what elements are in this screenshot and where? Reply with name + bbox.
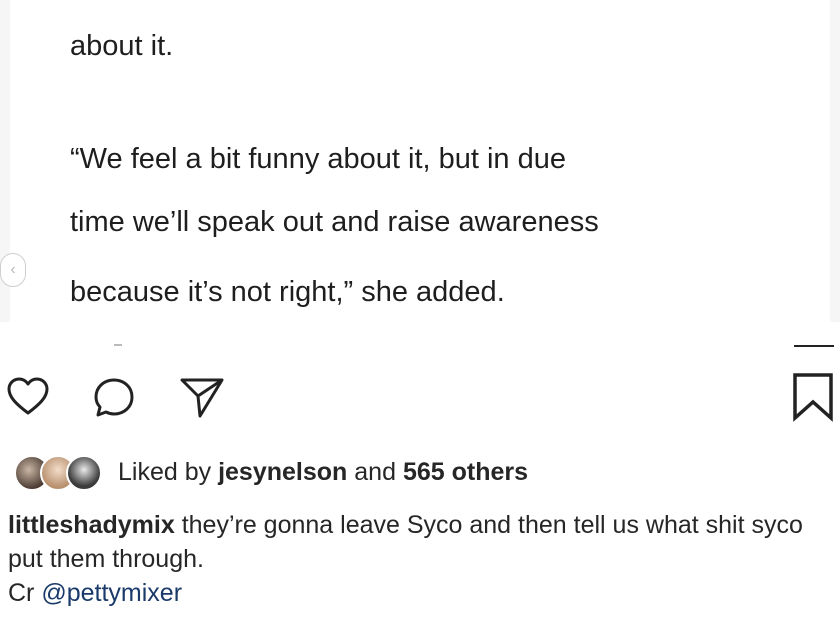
carousel-indicator bbox=[114, 344, 122, 346]
comment-button[interactable] bbox=[92, 376, 136, 425]
avatar bbox=[66, 455, 102, 491]
article-line-4: because it’s not right,” she added. bbox=[70, 276, 505, 308]
likes-count[interactable]: 565 others bbox=[403, 458, 528, 486]
share-button[interactable] bbox=[178, 376, 226, 425]
save-button[interactable] bbox=[792, 372, 834, 427]
post-caption: littleshadymix they’re gonna leave Syco … bbox=[8, 508, 818, 610]
caption-username[interactable]: littleshadymix bbox=[8, 511, 175, 539]
credit-mention-link[interactable]: @pettymixer bbox=[41, 579, 182, 607]
heart-icon bbox=[7, 377, 49, 415]
paper-plane-icon bbox=[180, 378, 224, 418]
likes-and: and bbox=[354, 457, 396, 486]
bookmark-icon bbox=[793, 373, 833, 422]
likes-prefix: Liked by bbox=[118, 457, 212, 486]
carousel-prev-button[interactable]: ‹ bbox=[0, 253, 26, 287]
like-button[interactable] bbox=[6, 376, 50, 423]
article-line-1: about it. bbox=[70, 30, 174, 62]
liker-username[interactable]: jesynelson bbox=[218, 458, 347, 486]
credit-prefix: Cr bbox=[8, 579, 35, 607]
article-line-3: time we’ll speak out and raise awareness bbox=[70, 206, 599, 238]
article-screenshot: about it. “We feel a bit funny about it,… bbox=[10, 0, 830, 322]
chevron-left-icon: ‹ bbox=[10, 261, 16, 278]
likes-row: Liked by jesynelson and 565 others bbox=[14, 455, 528, 491]
liker-avatars[interactable] bbox=[14, 455, 116, 491]
post-image[interactable]: about it. “We feel a bit funny about it,… bbox=[0, 0, 840, 322]
article-line-2: “We feel a bit funny about it, but in du… bbox=[70, 143, 567, 175]
comment-icon bbox=[94, 378, 134, 417]
divider bbox=[794, 345, 834, 347]
likes-summary[interactable]: Liked by jesynelson and 565 others bbox=[118, 458, 528, 487]
